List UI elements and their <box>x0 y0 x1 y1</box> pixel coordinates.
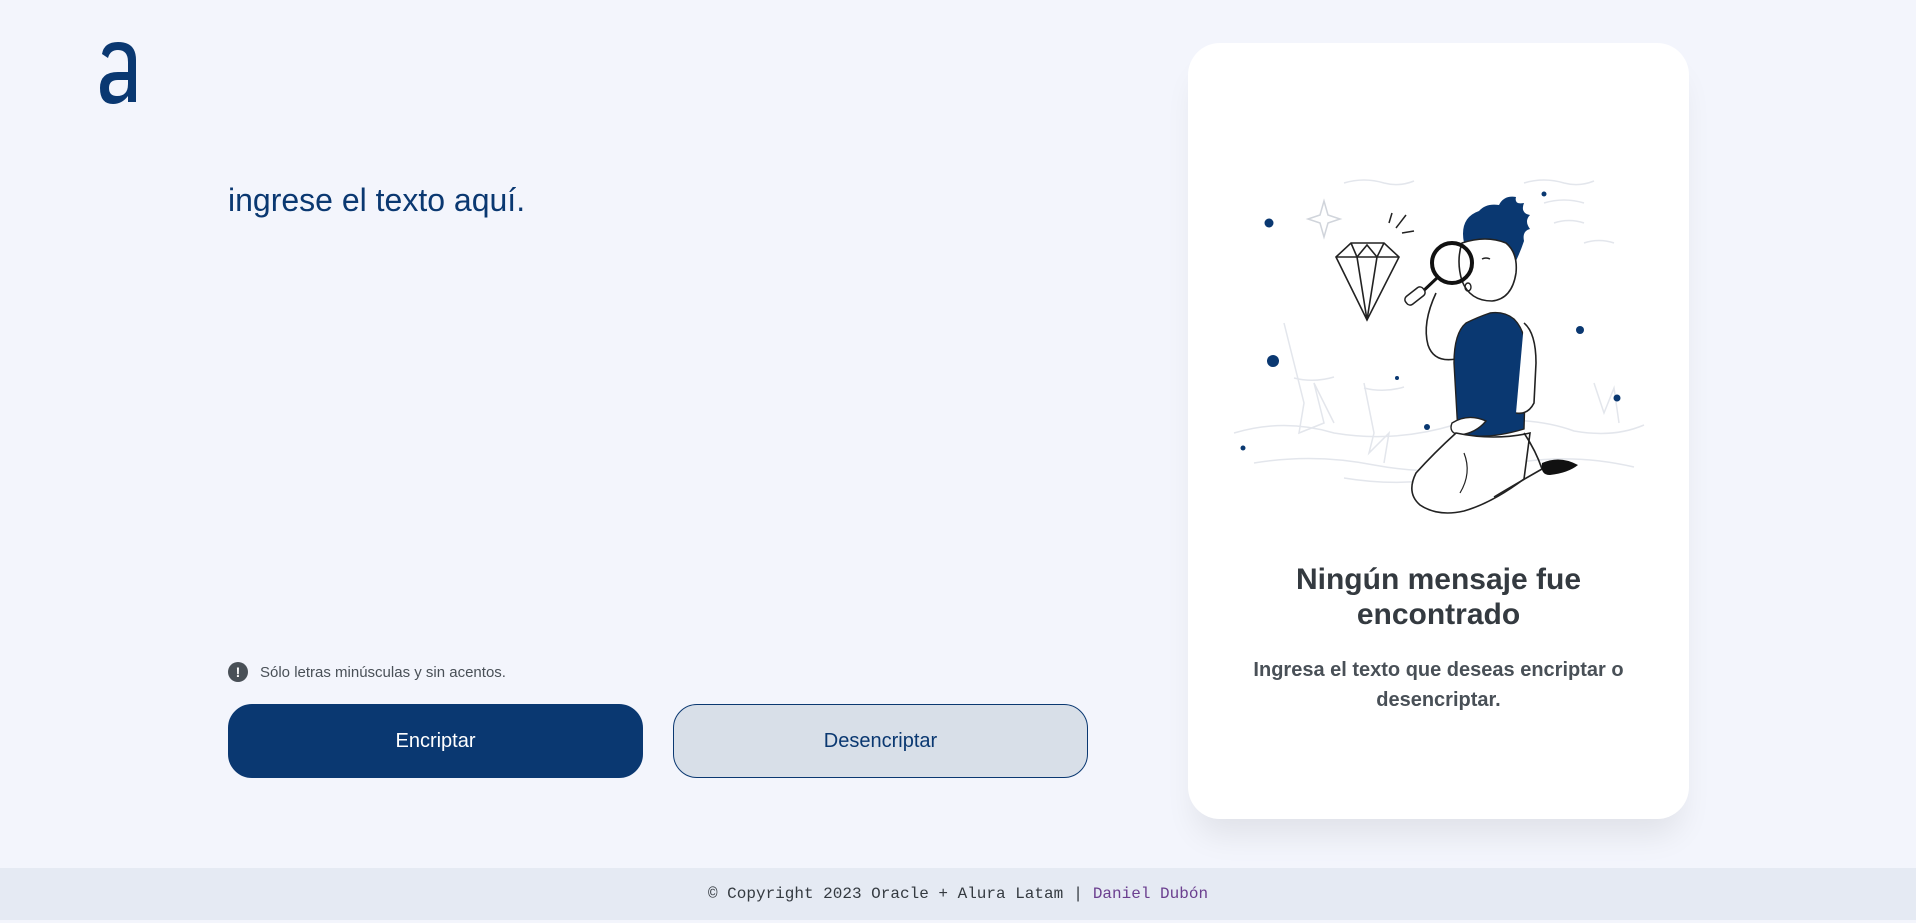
page: ! Sólo letras minúsculas y sin acentos. … <box>0 0 1916 923</box>
hint-text: Sólo letras minúsculas y sin acentos. <box>260 663 506 681</box>
result-description: Ingresa el texto que deseas encriptar o … <box>1253 659 1624 711</box>
footer: © Copyright 2023 Oracle + Alura Latam | … <box>0 868 1916 920</box>
author-link[interactable]: Daniel Dubón <box>1093 885 1208 903</box>
decrypt-button[interactable]: Desencriptar <box>673 704 1088 778</box>
input-hint: ! Sólo letras minúsculas y sin acentos. <box>228 661 506 683</box>
alura-a-logo-icon[interactable] <box>96 40 140 106</box>
exclamation-icon: ! <box>228 662 248 682</box>
footer-separator: | <box>1073 885 1083 903</box>
message-input[interactable] <box>228 180 1088 620</box>
person-with-magnifying-glass-illustration <box>1233 179 1645 514</box>
footer-copyright: © Copyright 2023 Oracle + Alura Latam <box>707 885 1064 903</box>
result-title: Ningún mensaje fue encontrado <box>1295 563 1582 631</box>
result-card: Ningún mensaje fue encontrado Ingresa el… <box>1188 43 1689 819</box>
encrypt-button[interactable]: Encriptar <box>228 704 643 778</box>
